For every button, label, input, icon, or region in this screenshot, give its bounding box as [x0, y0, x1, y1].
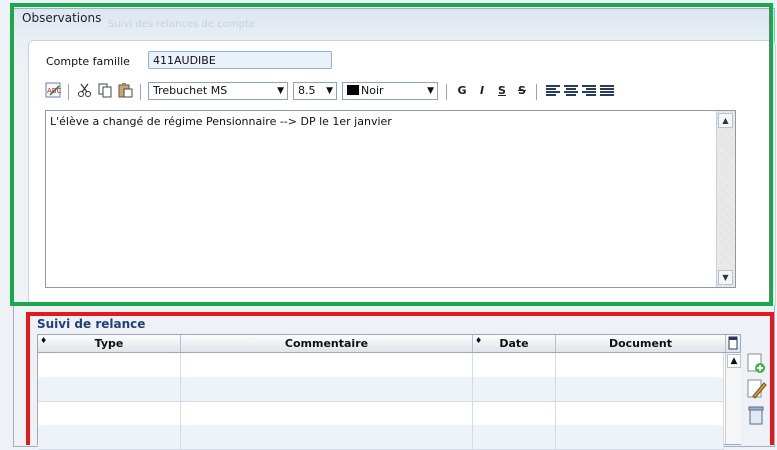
- table-cell: [473, 425, 556, 449]
- toolbar-separator: [446, 84, 447, 100]
- table-cell: [556, 353, 724, 377]
- table-cell: [473, 353, 556, 377]
- table-cell: [473, 401, 556, 425]
- color-swatch: [347, 85, 359, 95]
- font-family-value: Trebuchet MS: [153, 84, 228, 97]
- column-header-label: Document: [608, 337, 673, 350]
- scroll-up-icon[interactable]: ▲: [727, 354, 741, 368]
- column-header-label: Date: [499, 337, 529, 350]
- editor-scrollbar[interactable]: ▲ ▼: [716, 111, 735, 287]
- table-cell: [38, 425, 181, 449]
- font-size-value: 8.5: [298, 84, 316, 97]
- copy-icon[interactable]: [96, 82, 114, 100]
- window-ghost-title: Suivi des relances de compte: [108, 19, 256, 30]
- observation-text: L'élève a changé de régime Pensionnaire …: [50, 115, 392, 128]
- italic-button[interactable]: I: [474, 82, 490, 100]
- justify-icon[interactable]: [600, 85, 614, 97]
- underline-button[interactable]: S: [494, 82, 510, 100]
- chevron-down-icon: ▼: [427, 86, 434, 96]
- scroll-down-icon[interactable]: ▼: [718, 270, 733, 285]
- compte-famille-label: Compte famille: [46, 55, 130, 68]
- chevron-down-icon: ▼: [277, 86, 284, 96]
- table-cell: [181, 377, 473, 401]
- column-header-document[interactable]: Document: [556, 335, 726, 352]
- table-scrollbar[interactable]: ▲: [725, 353, 741, 444]
- edit-document-icon[interactable]: [745, 378, 767, 400]
- delete-document-icon[interactable]: [745, 404, 767, 426]
- bold-button[interactable]: G: [454, 82, 470, 100]
- table-row[interactable]: [38, 377, 724, 402]
- text-color-select[interactable]: Noir ▼: [342, 82, 438, 100]
- relance-table: ♦ Type Commentaire ♦ Date Document ▲: [37, 334, 741, 450]
- column-header-label: Type: [94, 337, 124, 350]
- font-family-select[interactable]: Trebuchet MS ▼: [148, 82, 288, 100]
- table-row[interactable]: [38, 425, 724, 450]
- table-header: ♦ Type Commentaire ♦ Date Document: [38, 335, 740, 353]
- font-size-select[interactable]: 8.5 ▼: [293, 82, 337, 100]
- table-cell: [556, 425, 724, 449]
- toolbar-separator: [536, 84, 537, 100]
- table-cell: [38, 377, 181, 401]
- text-format-toolbar: ABC Trebuchet MS ▼ 8.5 ▼ Noir ▼ G I S S: [44, 82, 684, 104]
- table-cell: [38, 401, 181, 425]
- align-center-icon[interactable]: [564, 85, 578, 97]
- table-cell: [181, 425, 473, 449]
- spellcheck-icon[interactable]: ABC: [44, 82, 62, 100]
- column-header-label: Commentaire: [284, 337, 369, 350]
- chevron-down-icon: ▼: [326, 86, 333, 96]
- table-row[interactable]: [38, 401, 724, 426]
- suivi-relance-title: Suivi de relance: [37, 317, 146, 331]
- window-title: Observations: [22, 11, 102, 25]
- scroll-up-icon[interactable]: ▲: [718, 113, 733, 128]
- table-options-icon[interactable]: [728, 336, 738, 350]
- compte-famille-field[interactable]: 411AUDIBE: [148, 51, 332, 69]
- column-header-type[interactable]: ♦ Type: [38, 335, 181, 352]
- align-right-icon[interactable]: [582, 85, 596, 97]
- add-document-icon[interactable]: [745, 352, 767, 374]
- observation-text-editor[interactable]: L'élève a changé de régime Pensionnaire …: [45, 110, 736, 288]
- table-cell: [473, 377, 556, 401]
- sort-icon: ♦: [475, 336, 483, 345]
- table-cell: [556, 377, 724, 401]
- strikethrough-button[interactable]: S: [514, 82, 530, 100]
- table-cell: [181, 353, 473, 377]
- paste-icon[interactable]: [116, 82, 134, 100]
- text-color-value: Noir: [361, 84, 384, 97]
- table-row[interactable]: [38, 353, 724, 378]
- table-cell: [181, 401, 473, 425]
- column-header-date[interactable]: ♦ Date: [473, 335, 556, 352]
- align-left-icon[interactable]: [546, 85, 560, 97]
- column-header-commentaire[interactable]: Commentaire: [181, 335, 473, 352]
- cut-icon[interactable]: [76, 82, 94, 100]
- table-cell: [556, 401, 724, 425]
- table-cell: [38, 353, 181, 377]
- toolbar-separator: [68, 84, 69, 100]
- sort-icon: ♦: [40, 336, 48, 345]
- toolbar-separator: [140, 84, 141, 100]
